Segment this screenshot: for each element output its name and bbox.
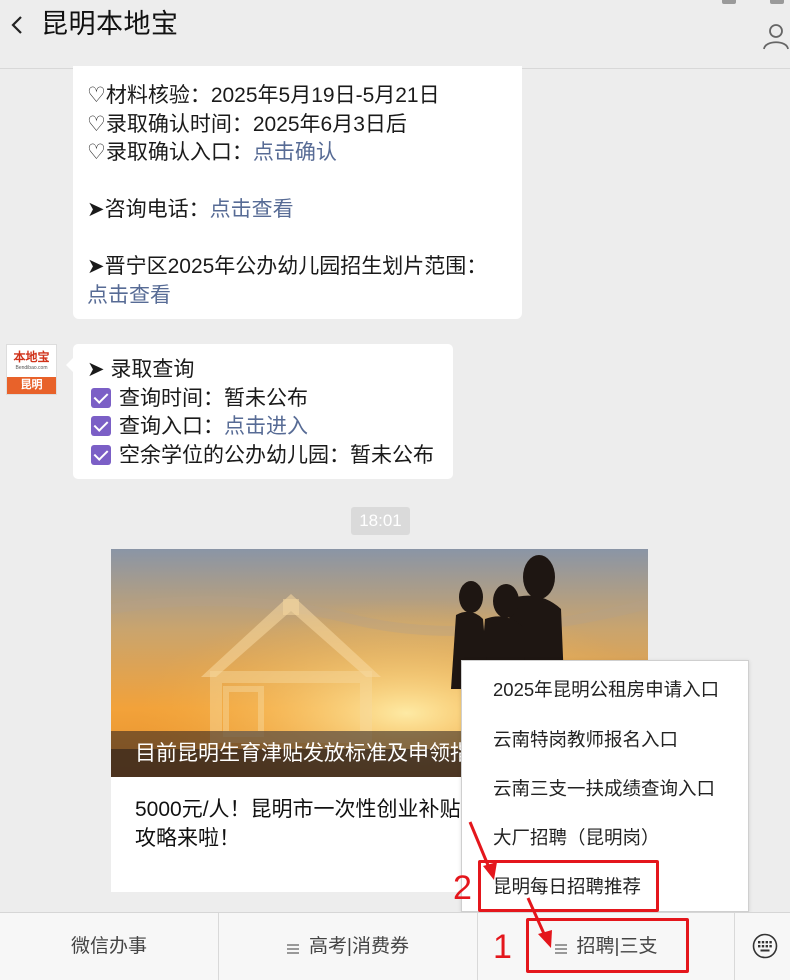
keyboard-icon[interactable] xyxy=(752,933,778,959)
status-indicator xyxy=(770,0,784,4)
message-line: 空余学位的公办幼儿园：暂未公布 xyxy=(87,442,453,471)
message-bubble: ♡材料核验：2025年5月19日-5月21日 ♡录取确认时间：2025年6月3日… xyxy=(73,66,522,319)
article-description: 5000元/人！昆明市一次性创业补贴攻略来啦！ xyxy=(135,798,461,850)
status-indicator xyxy=(722,0,736,4)
message-line: ♡录取确认时间：2025年6月3日后 xyxy=(87,112,407,136)
menu-item-sanzhi-results[interactable]: 云南三支一扶成绩查询入口 xyxy=(462,764,748,813)
tab-gaokao-voucher[interactable]: 高考|消费券 xyxy=(219,913,477,980)
confirm-link[interactable]: 点击确认 xyxy=(253,141,337,164)
step-number-1: 1 xyxy=(493,928,512,966)
message-line: 查询时间：暂未公布 xyxy=(87,385,453,414)
back-arrow-icon[interactable] xyxy=(8,14,28,36)
step-number-2: 2 xyxy=(453,869,472,907)
menu-item-public-housing[interactable]: 2025年昆明公租房申请入口 xyxy=(462,665,748,714)
avatar[interactable]: 本地宝 Bendibao.com 昆明 xyxy=(6,344,57,395)
message-line: ♡材料核验：2025年5月19日-5月21日 xyxy=(87,84,440,107)
profile-icon[interactable] xyxy=(762,22,790,50)
phone-link[interactable]: 点击查看 xyxy=(210,198,294,221)
message-line: ♡录取确认入口：点击确认 xyxy=(87,141,337,164)
checkbox-icon xyxy=(91,387,111,408)
message-line: 点击查看 xyxy=(87,282,522,311)
menu-item-big-company-jobs[interactable]: 大厂招聘（昆明岗） xyxy=(462,813,748,862)
avatar-logo: 本地宝 Bendibao.com xyxy=(7,345,56,377)
checkbox-icon xyxy=(91,444,111,465)
message-line: 查询入口：点击进入 xyxy=(87,413,453,442)
message-heading: ➤ 录取查询 xyxy=(87,358,195,381)
timestamp: 18:01 xyxy=(351,507,410,535)
district-range-link[interactable]: 点击查看 xyxy=(87,284,171,307)
message-line: ➤晋宁区2025年公办幼儿园招生划片范围： xyxy=(87,255,488,278)
message-bubble: ➤ 录取查询 查询时间：暂未公布 查询入口：点击进入 空余学位的公办幼儿园：暂未… xyxy=(66,344,453,479)
query-entry-link[interactable]: 点击进入 xyxy=(224,415,308,438)
highlight-box-daily-jobs xyxy=(478,860,659,912)
checkbox-icon xyxy=(91,416,111,436)
avatar-city: 昆明 xyxy=(7,377,56,394)
tab-wechat-service[interactable]: 微信办事 xyxy=(0,913,218,980)
chat-title: 昆明本地宝 xyxy=(41,9,179,39)
menu-icon xyxy=(287,944,300,954)
message-line: ➤咨询电话：点击查看 xyxy=(87,198,294,221)
highlight-box-recruit-tab xyxy=(526,918,689,973)
chat-header: 昆明本地宝 xyxy=(0,0,790,69)
menu-item-special-teacher[interactable]: 云南特岗教师报名入口 xyxy=(462,715,748,764)
